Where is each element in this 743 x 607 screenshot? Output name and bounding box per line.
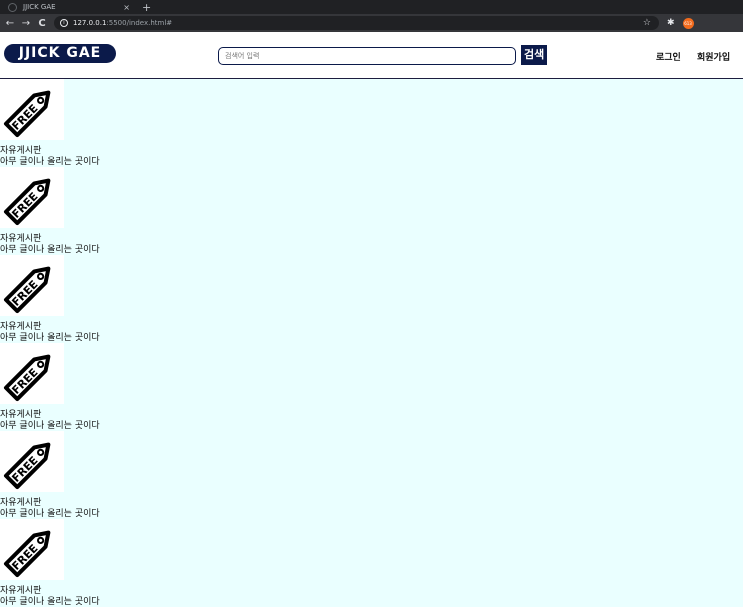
url-host: 127.0.0.1 [73,19,107,27]
free-tag-icon: FREE [0,79,64,140]
board-item[interactable]: FREE 자유게시판 아무 글이나 올리는 곳이다 [0,519,743,607]
signup-link[interactable]: 회원가입 [697,50,730,63]
board-description: 아무 글이나 올리는 곳이다 [0,157,100,167]
extensions-puzzle-icon[interactable]: ✱ [667,18,675,28]
site-header: JJICK GAE 검색 로그인 회원가입 [0,32,743,79]
globe-icon [8,2,17,12]
board-item[interactable]: FREE 자유게시판 아무 글이나 올리는 곳이다 [0,79,743,167]
free-tag-icon: FREE [0,255,64,316]
tab-title: JJICK GAE [23,3,56,11]
board-description: 아무 글이나 올리는 곳이다 [0,597,100,607]
free-tag-icon: FREE [0,343,64,404]
board-description: 아무 글이나 올리는 곳이다 [0,333,100,343]
back-arrow-icon[interactable]: ← [2,18,18,29]
star-icon[interactable]: ☆ [643,18,651,28]
address-bar[interactable]: i 127.0.0.1:5500/index.html# ☆ [54,16,659,30]
reload-icon[interactable]: C [34,18,50,29]
free-tag-icon: FREE [0,167,64,228]
board-description: 아무 글이나 올리는 곳이다 [0,245,100,255]
board-item[interactable]: FREE 자유게시판 아무 글이나 올리는 곳이다 [0,167,743,255]
site-logo[interactable]: JJICK GAE [4,44,116,63]
browser-tab-bar: JJICK GAE × + [0,0,743,14]
free-tag-icon: FREE [0,519,64,580]
board-item[interactable]: FREE 자유게시판 아무 글이나 올리는 곳이다 [0,343,743,431]
board-description: 아무 글이나 올리는 곳이다 [0,509,100,519]
url-path: :5500/index.html# [106,19,173,27]
board-item[interactable]: FREE 자유게시판 아무 글이나 올리는 곳이다 [0,431,743,519]
new-tab-icon[interactable]: + [142,1,151,14]
close-icon[interactable]: × [123,3,130,12]
login-link[interactable]: 로그인 [656,50,681,63]
board-item[interactable]: FREE 자유게시판 아무 글이나 올리는 곳이다 [0,255,743,343]
search-input[interactable] [218,47,516,65]
free-tag-icon: FREE [0,431,64,492]
profile-avatar[interactable]: 613 [682,17,694,29]
browser-toolbar: ← → C i 127.0.0.1:5500/index.html# ☆ ✱ 6… [0,14,743,32]
forward-arrow-icon[interactable]: → [18,18,34,29]
board-description: 아무 글이나 올리는 곳이다 [0,421,100,431]
search-button[interactable]: 검색 [521,45,548,65]
board-list: FREE 자유게시판 아무 글이나 올리는 곳이다 FREE 자유게시판 아무 … [0,79,743,607]
browser-tab[interactable]: JJICK GAE × [0,0,140,14]
info-icon[interactable]: i [60,19,68,27]
